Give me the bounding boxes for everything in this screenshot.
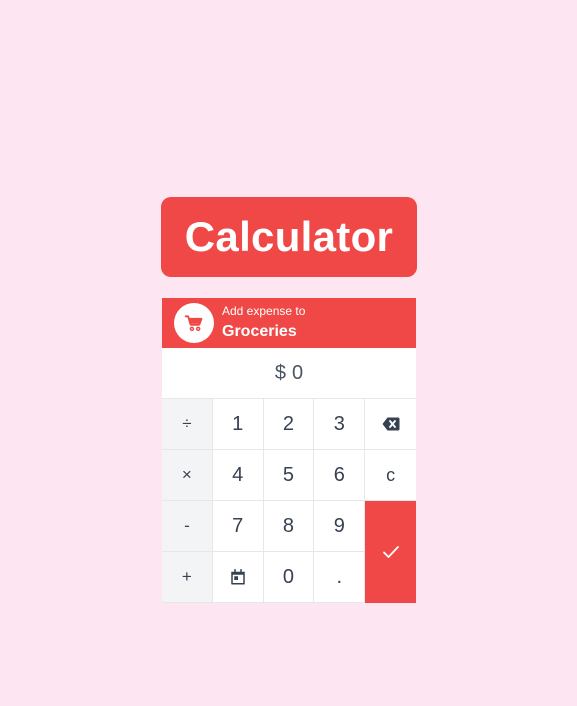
key-3[interactable]: 3 [314,399,366,450]
submit-button[interactable] [365,501,416,603]
decimal-key[interactable]: . [314,552,366,603]
expense-header: Add expense to Groceries [162,298,416,348]
key-4[interactable]: 4 [212,450,264,501]
keypad: ÷ 1 2 3 × 4 5 6 c - 7 8 9 + 0 . [162,399,416,603]
calculator-panel: Add expense to Groceries $ 0 ÷ 1 2 3 × 4… [162,298,416,603]
plus-key[interactable]: + [162,552,213,603]
key-5[interactable]: 5 [263,450,315,501]
clear-key[interactable]: c [365,450,416,501]
key-0[interactable]: 0 [263,552,315,603]
key-8[interactable]: 8 [263,501,315,552]
amount-value: 0 [292,361,304,384]
currency-symbol: $ [274,361,286,384]
key-7[interactable]: 7 [212,501,264,552]
header-subtitle: Add expense to [222,303,306,318]
amount-display: $ 0 [162,348,416,399]
category-avatar[interactable] [174,303,214,343]
minus-key[interactable]: - [162,501,213,552]
calculator-title: Calculator [161,197,417,277]
header-text: Add expense to Groceries [222,303,306,340]
key-1[interactable]: 1 [212,399,264,450]
key-2[interactable]: 2 [263,399,315,450]
key-9[interactable]: 9 [314,501,366,552]
backspace-key[interactable] [365,399,416,450]
divide-key[interactable]: ÷ [162,399,213,450]
cart-icon [184,315,203,332]
category-name: Groceries [222,322,297,340]
key-6[interactable]: 6 [314,450,366,501]
multiply-key[interactable]: × [162,450,213,501]
checkmark-icon [382,546,399,558]
date-picker-key[interactable] [212,552,264,603]
backspace-icon [382,417,400,431]
calendar-icon [230,569,245,585]
